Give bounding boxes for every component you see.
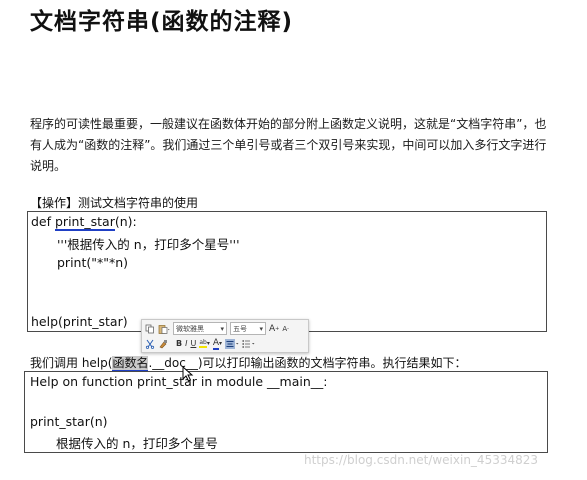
bold-button[interactable]: B: [176, 337, 182, 350]
highlight-label: ab: [199, 339, 207, 348]
underline-button[interactable]: U: [190, 337, 196, 350]
code-block[interactable]: def print_star(n): '''根据传入的 n，打印多个星号''' …: [27, 211, 547, 332]
align-center-icon[interactable]: [225, 337, 239, 350]
paste-icon[interactable]: [158, 322, 170, 335]
highlight-color-button[interactable]: ab ▾: [199, 337, 210, 350]
call-prefix: 我们调用 help(: [30, 356, 113, 370]
format-toolbar[interactable]: 微软雅黑 ▾ 五号 ▾ A + A- B I U ab ▾ A ▾: [141, 319, 309, 353]
chevron-down-icon: ▾: [259, 324, 263, 333]
help-call-line: help(print_star): [31, 314, 128, 329]
list-icon[interactable]: [242, 337, 255, 350]
print-line: print("*"*n): [57, 255, 129, 270]
def-line: def print_star(n):: [31, 214, 137, 231]
cut-icon[interactable]: [145, 337, 155, 350]
grow-font-button[interactable]: A +: [269, 322, 279, 335]
watermark: https://blog.csdn.net/weixin_45334823: [304, 453, 539, 467]
font-size-select[interactable]: 五号 ▾: [230, 322, 266, 335]
operation-label: 【操作】测试文档字符串的使用: [30, 196, 199, 210]
result-line-1: Help on function print_star in module __…: [30, 374, 328, 389]
font-size-value: 五号: [233, 324, 247, 333]
mouse-cursor-icon: [182, 366, 194, 382]
font-name-select[interactable]: 微软雅黑 ▾: [173, 322, 227, 335]
def-tail: (n):: [114, 214, 137, 229]
def-keyword: def: [31, 214, 55, 229]
call-help-line: 我们调用 help(函数名.__doc__)可以打印输出函数的文档字符串。执行结…: [30, 354, 467, 372]
function-name: print_star: [55, 214, 115, 231]
format-painter-icon[interactable]: [158, 337, 168, 350]
result-line-2: print_star(n): [30, 414, 108, 429]
shrink-font-button[interactable]: A-: [282, 322, 289, 335]
intro-paragraph: 程序的可读性最重要，一般建议在函数体开始的部分附上函数定义说明，这就是“文档字符…: [30, 117, 547, 173]
italic-button[interactable]: I: [185, 337, 187, 350]
result-line-3: 根据传入的 n，打印多个星号: [56, 436, 218, 451]
font-color-button[interactable]: A ▾: [212, 337, 222, 350]
selected-text[interactable]: 函数名: [112, 356, 149, 372]
font-name-value: 微软雅黑: [176, 324, 204, 333]
docstring-line: '''根据传入的 n，打印多个星号''': [57, 237, 240, 252]
copy-icon[interactable]: [145, 322, 155, 335]
call-middle: .__doc__)可以打印输出函数的文档字符串。执行结果如下：: [148, 356, 467, 370]
page-title: 文档字符串(函数的注释): [30, 9, 294, 35]
result-block[interactable]: Help on function print_star in module __…: [24, 371, 548, 453]
chevron-down-icon: ▾: [220, 324, 224, 333]
